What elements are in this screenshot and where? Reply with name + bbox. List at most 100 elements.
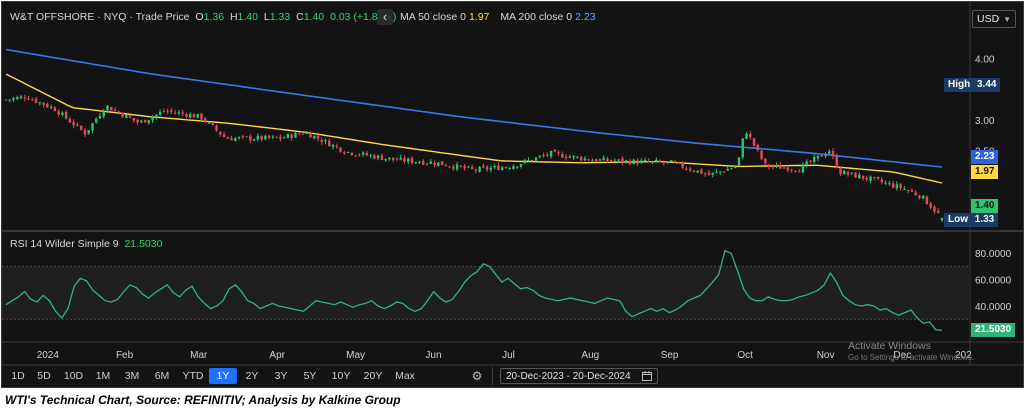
candle	[741, 138, 744, 160]
candle	[31, 97, 34, 101]
candle	[196, 113, 199, 119]
rsi-tag: 21.5030	[971, 323, 1016, 337]
candle	[403, 155, 406, 164]
candle	[846, 170, 850, 177]
candle	[76, 122, 79, 127]
time-tick-label: Feb	[116, 350, 134, 361]
candle	[899, 183, 902, 191]
range-button-1d[interactable]: 1D	[6, 368, 30, 384]
price-tick-label: 4.00	[975, 55, 995, 66]
candle	[226, 136, 229, 139]
range-button-5y[interactable]: 5Y	[295, 368, 325, 384]
time-tick-label: Mar	[190, 350, 208, 361]
candle	[583, 156, 587, 162]
figure-caption: WTI's Technical Chart, Source: REFINITIV…	[5, 393, 401, 407]
candle	[779, 161, 782, 169]
candle	[440, 161, 444, 166]
time-tick-label: Oct	[737, 350, 753, 361]
range-button-2y[interactable]: 2Y	[237, 368, 267, 384]
candle	[610, 159, 613, 162]
candle	[497, 162, 500, 171]
candle	[410, 156, 414, 165]
time-tick-label: Apr	[269, 350, 285, 361]
candle	[876, 176, 880, 180]
candle	[34, 97, 38, 104]
candles	[4, 94, 944, 223]
candle	[756, 143, 760, 153]
candle	[346, 151, 350, 154]
time-tick-label: Jul	[502, 350, 515, 361]
date-range-picker[interactable]: 20-Dec-2023 - 20-Dec-2024	[500, 368, 658, 384]
candle	[771, 164, 775, 170]
range-button-20y[interactable]: 20Y	[357, 368, 389, 384]
candle	[170, 108, 173, 115]
candle	[173, 109, 177, 115]
candle	[455, 161, 459, 172]
price-legend: W&T OFFSHORE · NYQ · Trade Price O1.36 H…	[10, 11, 399, 23]
candle	[185, 112, 188, 120]
range-button-1y[interactable]: 1Y	[209, 368, 237, 384]
settings-icon[interactable]: ⚙	[469, 368, 485, 384]
date-range-value: 20-Dec-2023 - 20-Dec-2024	[506, 370, 631, 382]
range-button-5d[interactable]: 5D	[30, 368, 58, 384]
ma200-series-line	[5, 48, 943, 168]
candle	[929, 201, 932, 210]
range-button-1m[interactable]: 1M	[89, 368, 117, 384]
candle	[707, 169, 711, 176]
candle	[422, 159, 425, 166]
candle	[320, 137, 323, 145]
currency-select[interactable]: USD ▼	[972, 10, 1016, 28]
candle	[418, 160, 421, 164]
candle	[504, 166, 508, 169]
candle	[350, 152, 354, 157]
range-button-max[interactable]: Max	[389, 368, 421, 384]
candle	[794, 170, 797, 173]
close-value: 1.40	[303, 11, 325, 23]
candle	[294, 131, 297, 138]
close-label: C	[296, 11, 304, 23]
candle	[760, 149, 763, 161]
candle	[121, 112, 124, 118]
candle	[688, 166, 692, 173]
candle	[64, 110, 68, 120]
candle	[49, 104, 53, 110]
candle	[222, 131, 226, 138]
candle	[922, 195, 925, 200]
ma50-label: MA 50 close 0	[400, 11, 466, 23]
range-button-10y[interactable]: 10Y	[325, 368, 357, 384]
candle	[602, 155, 605, 161]
candle	[523, 158, 526, 165]
candle	[95, 117, 98, 124]
candle	[158, 109, 162, 117]
candle	[512, 164, 515, 170]
candle	[61, 111, 64, 117]
candle	[245, 136, 248, 138]
candle	[102, 109, 105, 119]
candle	[587, 158, 590, 161]
range-button-6m[interactable]: 6M	[147, 368, 177, 384]
last-price-tag: 1.40	[971, 199, 999, 213]
range-button-3y[interactable]: 3Y	[267, 368, 295, 384]
candle	[267, 135, 271, 140]
high-value: 1.40	[237, 11, 258, 23]
range-button-3m[interactable]: 3M	[117, 368, 147, 384]
range-button-ytd[interactable]: YTD	[177, 368, 209, 384]
candle	[414, 161, 417, 164]
candle	[576, 156, 579, 159]
candle	[57, 109, 60, 117]
collapse-legend-button[interactable]: ‹	[377, 9, 393, 25]
candle	[448, 166, 451, 169]
candle	[83, 127, 87, 137]
candle	[809, 159, 812, 164]
candle	[564, 154, 568, 161]
candle	[298, 132, 301, 135]
candle	[8, 99, 11, 103]
candle	[463, 164, 466, 171]
candle	[19, 94, 23, 100]
candle	[549, 150, 553, 159]
candle	[726, 165, 729, 171]
range-button-10d[interactable]: 10D	[58, 368, 89, 384]
candle	[177, 110, 181, 116]
candle	[812, 154, 816, 164]
candle	[335, 143, 338, 149]
